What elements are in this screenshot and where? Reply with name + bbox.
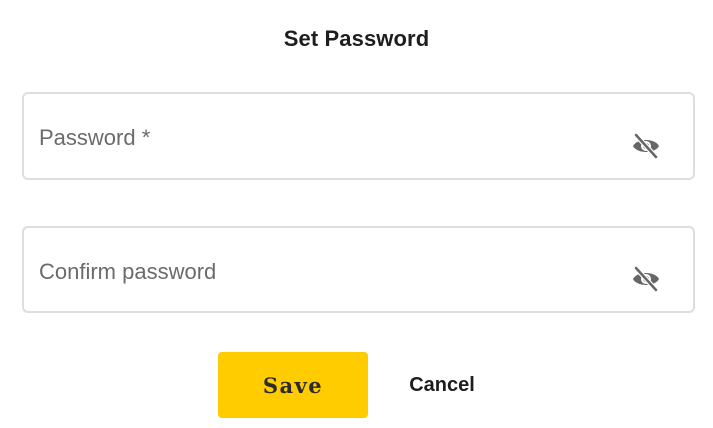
confirm-password-field[interactable] [22, 226, 695, 313]
password-field[interactable] [22, 92, 695, 180]
save-button[interactable]: Save [218, 352, 368, 418]
eye-off-icon[interactable] [631, 133, 661, 159]
confirm-password-input[interactable] [39, 254, 619, 290]
eye-off-icon[interactable] [631, 266, 661, 292]
cancel-button[interactable]: Cancel [392, 352, 492, 418]
dialog-title: Set Password [283, 26, 430, 51]
set-password-dialog: Set Password Save Cancel [0, 0, 713, 428]
password-input[interactable] [39, 120, 619, 156]
